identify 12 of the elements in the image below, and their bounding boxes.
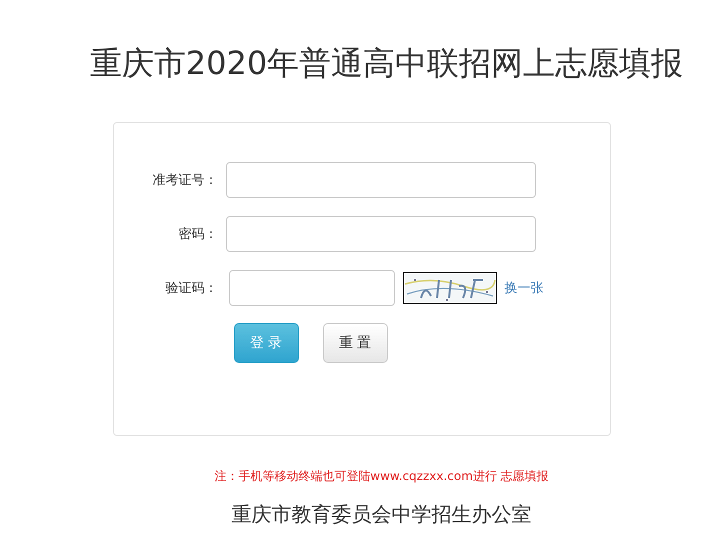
footer-text: 重庆市教育委员会中学招生办公室 [232,501,532,528]
field-label: 验证码： [164,280,218,297]
field-label: 密码： [178,226,218,243]
refresh-captcha-link[interactable]: 换一张 [504,279,544,297]
page-title: 重庆市2020年普通高中联招网上志愿填报 [90,43,684,84]
login-button[interactable]: 登 录 [234,323,298,363]
reset-button[interactable]: 重 置 [322,323,388,363]
text-field[interactable] [226,162,536,198]
field-label: 准考证号： [152,172,218,189]
captcha-field[interactable] [228,270,394,306]
password-field[interactable] [226,216,536,252]
notice-text: 注：手机等移动终端也可登陆www.cqzzxx.com进行 志愿填报 [214,468,549,485]
